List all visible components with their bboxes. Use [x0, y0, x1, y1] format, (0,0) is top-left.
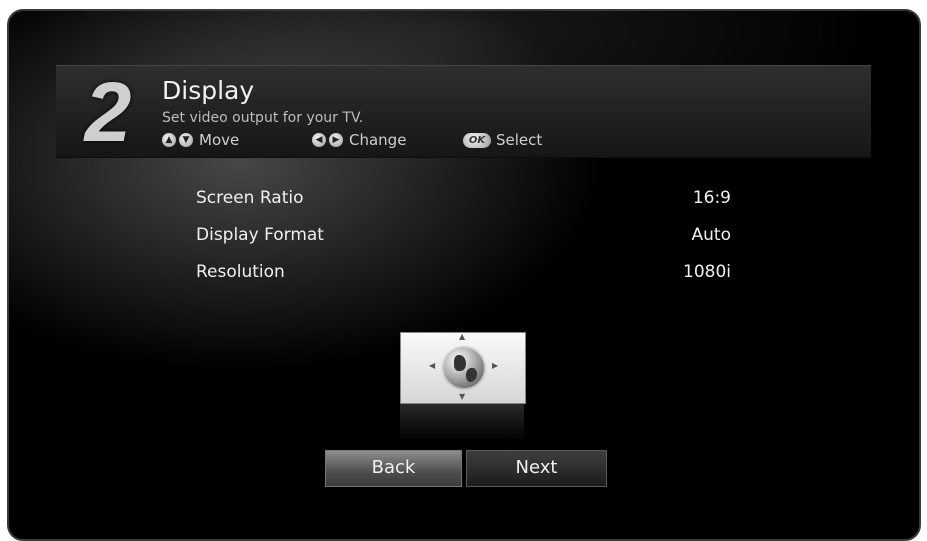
- page-subtitle: Set video output for your TV.: [162, 110, 364, 126]
- hint-select: OK Select: [463, 131, 542, 149]
- hint-select-label: Select: [496, 131, 543, 149]
- preview-up-arrow-icon: ▲: [459, 332, 466, 341]
- hint-change: ◀ ▶ Change: [312, 131, 406, 149]
- down-arrow-icon: ▼: [179, 133, 193, 147]
- settings-list: Screen Ratio 16:9 Display Format Auto Re…: [196, 183, 731, 294]
- setting-display-format[interactable]: Display Format Auto: [196, 220, 731, 257]
- setting-value[interactable]: Auto: [692, 225, 731, 245]
- preview-down-arrow-icon: ▼: [459, 392, 466, 401]
- setting-value[interactable]: 16:9: [693, 188, 731, 208]
- setting-label: Display Format: [196, 225, 324, 245]
- up-arrow-icon: ▲: [162, 133, 176, 147]
- right-arrow-icon: ▶: [329, 133, 343, 147]
- setting-label: Resolution: [196, 262, 285, 282]
- setting-screen-ratio[interactable]: Screen Ratio 16:9: [196, 183, 731, 220]
- hint-move: ▲ ▼ Move: [162, 131, 239, 149]
- next-button[interactable]: Next: [466, 450, 607, 487]
- hint-change-label: Change: [349, 131, 407, 149]
- preview-left-arrow-icon: ◀: [429, 361, 436, 370]
- wizard-header: 2 Display Set video output for your TV. …: [56, 65, 871, 158]
- page-title: Display: [162, 76, 255, 105]
- hint-move-label: Move: [199, 131, 240, 149]
- preview-right-arrow-icon: ▶: [492, 361, 499, 370]
- back-button[interactable]: Back: [325, 450, 462, 487]
- tv-screen: 2 Display Set video output for your TV. …: [7, 9, 921, 541]
- setting-label: Screen Ratio: [196, 188, 304, 208]
- setting-value[interactable]: 1080i: [683, 262, 731, 282]
- display-preview: ▲ ◀ ▶ ▼: [400, 332, 526, 404]
- setting-resolution[interactable]: Resolution 1080i: [196, 257, 731, 294]
- preview-reflection: [400, 403, 524, 441]
- ok-key-icon: OK: [463, 132, 491, 148]
- globe-icon: [444, 348, 484, 388]
- left-arrow-icon: ◀: [312, 133, 326, 147]
- step-number: 2: [84, 65, 132, 159]
